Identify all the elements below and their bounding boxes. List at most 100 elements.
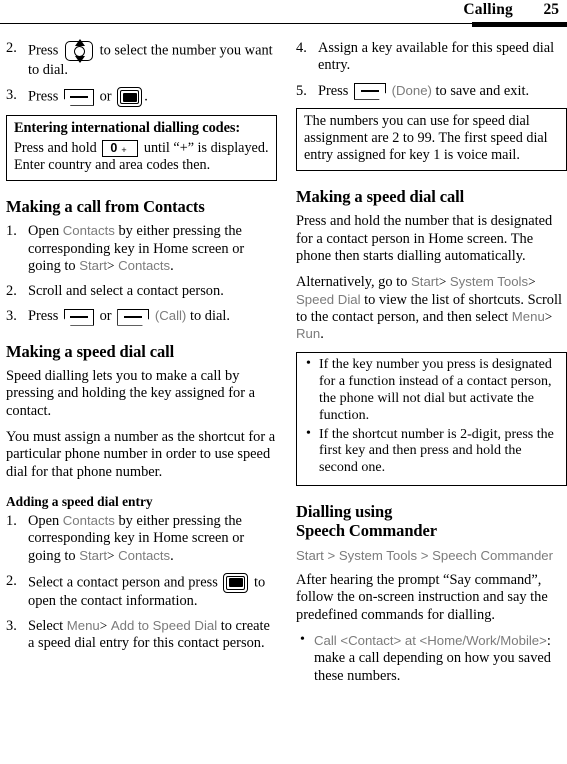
- paragraph-speed-dial-assign: You must assign a number as the shortcut…: [6, 429, 276, 480]
- step-text: .: [170, 547, 174, 564]
- nav-rocker-key-icon: [64, 39, 94, 63]
- adding-speed-dial-steps: 1. Open Contacts by either pressing the c…: [6, 513, 277, 653]
- callout-speed-dial-numbers: The numbers you can use for speed dial a…: [296, 107, 567, 171]
- contacts-steps: 1. Open Contacts by either pressing the c…: [6, 223, 277, 326]
- step-text-after: to dial.: [189, 308, 230, 325]
- send-key-icon: [64, 308, 94, 326]
- subsection-heading-adding-speed-dial-entry: Adding a speed dial entry: [6, 493, 153, 509]
- ui-term-contacts: Contacts: [62, 223, 115, 239]
- ui-term-contacts: Contacts: [62, 512, 115, 528]
- ui-term-call: (Call): [154, 308, 187, 324]
- step-number: 1.: [6, 512, 17, 529]
- list-item: 2. Select a contact person and press to o…: [6, 572, 277, 610]
- paragraph-speed-dial-press-hold: Press and hold the number that is design…: [296, 213, 553, 264]
- callout-body: Press and hold 0 + until “+” is displaye…: [14, 140, 269, 174]
- list-item: 2. Press to select the number you want to…: [6, 39, 277, 79]
- step-text: Select: [28, 618, 64, 635]
- step-text: Press: [28, 42, 59, 59]
- list-item: 3. Press or .: [6, 87, 277, 108]
- list-item: 1. Open Contacts by either pressing the c…: [6, 223, 277, 275]
- step-text: Press: [318, 82, 349, 99]
- breadcrumb-separator: >: [99, 618, 108, 634]
- tips-list: If the key number you press is designate…: [304, 356, 559, 477]
- paragraph-text: Alternatively, go to: [296, 274, 408, 291]
- paragraph-speed-dial-intro: Speed dialling lets you to make a call b…: [6, 368, 255, 419]
- paragraph-speed-dial-alternative: Alternatively, go to Start> System Tools…: [296, 274, 567, 343]
- breadcrumb-separator: >: [528, 274, 536, 290]
- breadcrumb-separator: >: [107, 547, 115, 563]
- left-column: 2. Press to select the number you want to…: [6, 39, 277, 661]
- step-number: 2.: [6, 40, 17, 56]
- send-key-icon: [64, 88, 94, 106]
- step-number: 2.: [6, 283, 17, 300]
- list-item: Call <Contact> at <Home/Work/Mobile>: ma…: [296, 632, 567, 685]
- step-text: Select a contact person and press: [28, 574, 218, 591]
- key-digit-label: 0: [110, 140, 118, 155]
- breadcrumb-separator: >: [438, 274, 447, 290]
- soft-key-icon: [354, 82, 386, 100]
- paragraph-speech-prompt: After hearing the prompt “Say command”, …: [296, 572, 548, 623]
- breadcrumb-separator: >: [107, 257, 115, 273]
- ok-key-icon: [117, 87, 143, 108]
- speech-commands-list: Call <Contact> at <Home/Work/Mobile>: ma…: [296, 632, 567, 685]
- list-item: If the shortcut number is 2-digit, press…: [304, 426, 559, 477]
- step-number: 3.: [6, 618, 17, 635]
- step-number: 4.: [296, 40, 307, 56]
- ui-term-done: (Done): [391, 82, 432, 98]
- ui-term-add-to-speed-dial: Add to Speed Dial: [110, 618, 218, 634]
- step-text: Open: [28, 223, 60, 240]
- heading-line-2: Speech Commander: [296, 521, 437, 541]
- callout-title: Entering international dialling codes:: [14, 120, 241, 137]
- callout-speed-dial-tips: If the key number you press is designate…: [296, 352, 567, 486]
- left-steps-continued: 2. Press to select the number you want to…: [6, 39, 277, 108]
- page-header: Calling 25: [0, 0, 567, 27]
- section-heading-making-call-from-contacts: Making a call from Contacts: [6, 196, 205, 216]
- right-column: 4. Assign a key available for this speed …: [296, 40, 567, 688]
- soft-key-icon: [117, 308, 150, 326]
- list-item: 5. Press (Done) to save and exit.: [296, 83, 567, 100]
- list-item: 4. Assign a key available for this speed …: [296, 40, 567, 75]
- step-text: Open: [28, 512, 60, 529]
- ui-term-run: Run: [296, 326, 321, 342]
- step-text: Scroll and select a contact person.: [28, 283, 224, 300]
- step-text-after: .: [144, 88, 148, 105]
- step-text: Press: [28, 308, 59, 325]
- heading-line-1: Dialling using: [296, 501, 393, 521]
- header-chapter-title: Calling: [463, 1, 513, 18]
- breadcrumb-separator: >: [544, 308, 553, 324]
- breadcrumb-path: Start > System Tools > Speech Commander: [296, 547, 554, 563]
- list-item: If the key number you press is designate…: [304, 356, 559, 424]
- step-text: .: [170, 257, 174, 274]
- step-conjunction: or: [99, 88, 112, 105]
- ui-term-system-tools: System Tools: [449, 274, 529, 290]
- ok-key-icon: [223, 572, 249, 593]
- step-number: 3.: [6, 87, 17, 104]
- section-heading-dialling-using-speech-commander: Dialling using Speech Commander: [296, 502, 567, 541]
- ui-term-contacts-2: Contacts: [118, 257, 171, 273]
- section-heading-making-speed-dial-call-left: Making a speed dial call: [6, 341, 175, 361]
- ui-term-speed-dial: Speed Dial: [296, 291, 361, 307]
- list-item: 2. Scroll and select a contact person.: [6, 283, 277, 300]
- key-plus-label: +: [121, 144, 127, 155]
- ui-term-start: Start: [410, 274, 439, 290]
- callout-international-dialling: Entering international dialling codes: P…: [6, 115, 277, 181]
- page-number: 25: [543, 1, 560, 18]
- step-number: 3.: [6, 308, 17, 325]
- step-number: 1.: [6, 223, 17, 240]
- list-item: 3. Select Menu> Add to Speed Dial to crea…: [6, 618, 277, 653]
- ui-term-start: Start: [79, 547, 108, 563]
- paragraph-text: .: [320, 326, 324, 343]
- ui-term-contacts-2: Contacts: [118, 547, 171, 563]
- step-number: 2.: [6, 572, 17, 589]
- breadcrumb: Start > System Tools > Speech Commander: [296, 548, 567, 565]
- ui-term-menu: Menu: [66, 618, 100, 634]
- step-text: Assign a key available for this speed di…: [318, 40, 555, 74]
- callout-body: The numbers you can use for speed dial a…: [304, 112, 548, 163]
- zero-plus-key-icon: 0 +: [102, 139, 139, 157]
- callout-text-before: Press and hold: [14, 139, 97, 156]
- ui-term-start: Start: [79, 257, 108, 273]
- list-item: 3. Press or (Call) to dial.: [6, 308, 277, 326]
- list-item: 1. Open Contacts by either pressing the c…: [6, 513, 277, 565]
- ui-term-call-contact-at: Call <Contact> at <Home/Work/Mobile>: [314, 633, 547, 649]
- ui-term-menu: Menu: [511, 308, 545, 324]
